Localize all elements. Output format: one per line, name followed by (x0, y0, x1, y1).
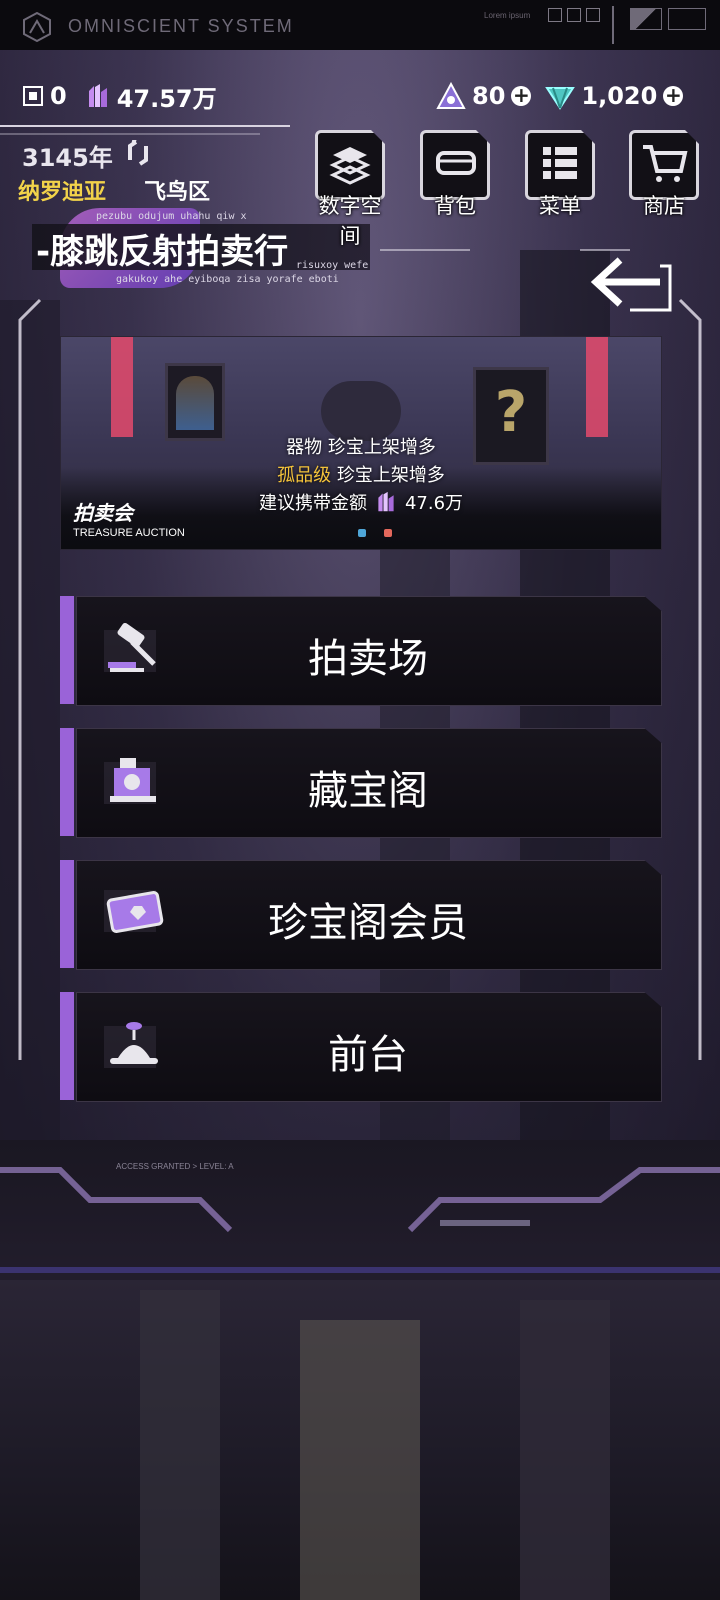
nav-shop[interactable]: 商店 (624, 130, 704, 220)
district-label: 飞鸟区 (144, 180, 211, 205)
button-label: 前台 (328, 1032, 408, 1078)
chip-count: 0 (50, 82, 67, 110)
gem-icon (545, 87, 576, 110)
nav-menu[interactable]: 菜单 (520, 130, 600, 220)
close-icon[interactable] (586, 8, 600, 22)
carousel-dot-active[interactable] (358, 529, 366, 537)
currency-amount: 47.57万 (116, 84, 217, 113)
status-icon (668, 8, 706, 30)
venue-title: -膝跳反射拍卖行 (36, 232, 289, 272)
restore-icon[interactable] (567, 8, 581, 22)
button-label: 珍宝阁会员 (268, 900, 468, 946)
resource-left: 0 47.57万 (22, 78, 217, 114)
auction-banner[interactable]: ? 器物 珍宝上架增多 孤品级 珍宝上架增多 建议携带金额 47.6万 拍卖会 … (60, 336, 662, 550)
add-energy-button[interactable]: + (511, 85, 532, 106)
year-label: 3145年 (22, 144, 113, 172)
system-logo-icon (23, 12, 51, 42)
nav-label: 背包 (434, 194, 476, 218)
divider (612, 6, 614, 44)
button-label: 拍卖场 (308, 636, 428, 682)
button-accent (60, 596, 74, 704)
energy-icon (436, 82, 466, 109)
portrait-figure (176, 376, 214, 430)
system-title: OMNISCIENT SYSTEM (68, 16, 294, 36)
nav-backpack[interactable]: 背包 (415, 130, 495, 220)
background-building (140, 1290, 220, 1600)
background-building (300, 1320, 420, 1600)
center-emblem (321, 381, 401, 441)
access-status-text: ACCESS GRANTED > LEVEL: A (116, 1162, 234, 1171)
button-accent (60, 728, 74, 836)
resource-right: 80 + 1,020 + (436, 78, 684, 114)
venue-caption-top: pezubu odujum uhahu qiw x (96, 211, 247, 222)
menu-button-auction-hall[interactable]: 拍卖场 (60, 596, 662, 706)
window-caption: Lorem ipsum (484, 11, 531, 20)
background-building (520, 1300, 610, 1600)
banner-stripe (586, 337, 608, 437)
banner-stripe (111, 337, 133, 437)
banner-line-2: 孤品级 珍宝上架增多 (61, 461, 661, 487)
nav-label: 菜单 (539, 194, 581, 218)
portrait-painting (165, 363, 225, 441)
crystal-currency-icon (88, 84, 107, 107)
rarity-highlight: 孤品级 (277, 465, 332, 486)
gem-count: 1,020 (581, 82, 658, 110)
button-accent (60, 860, 74, 968)
refresh-icon[interactable] (124, 140, 154, 166)
carousel-dot[interactable] (384, 529, 392, 537)
venue-caption-right: risuxoy wefe (296, 260, 369, 271)
menu-button-front-desk[interactable]: 前台 (60, 992, 662, 1102)
lower-city-scene (0, 1280, 720, 1600)
banner-subtitle: TREASURE AUCTION (73, 527, 185, 539)
banner-line-2-rest: 珍宝上架增多 (331, 465, 445, 486)
display-icon (630, 8, 662, 30)
back-arrow-icon[interactable] (590, 254, 676, 314)
menu-button-treasure-vault[interactable]: 藏宝阁 (60, 728, 662, 838)
venue-caption-bottom: gakukoy ahe eyiboqa zisa yorafe eboti (116, 274, 339, 285)
suggested-amount-value: 47.6万 (404, 493, 464, 514)
menu-button-vip-membership[interactable]: 珍宝阁会员 (60, 860, 662, 970)
crystal-currency-icon (378, 491, 394, 512)
suggested-amount-label: 建议携带金额 (258, 493, 367, 514)
banner-line-3: 建议携带金额 47.6万 (61, 489, 661, 515)
banner-title: 拍卖会 (73, 501, 133, 525)
minimize-icon[interactable] (548, 8, 562, 22)
energy-count: 80 (472, 82, 506, 110)
nav-digital-space[interactable]: 数字空间 (310, 130, 390, 250)
region-label: 纳罗迪亚 (18, 180, 107, 205)
banner-line-1: 器物 珍宝上架增多 (286, 437, 436, 458)
bottom-decor-lines (0, 1167, 720, 1273)
button-accent (60, 992, 74, 1100)
chip-icon (23, 86, 43, 106)
nav-label: 商店 (643, 194, 685, 218)
add-gem-button[interactable]: + (663, 85, 684, 106)
nav-label: 数字空间 (318, 194, 382, 248)
system-top-bar: OMNISCIENT SYSTEM Lorem ipsum (0, 0, 720, 50)
button-label: 藏宝阁 (308, 768, 428, 814)
